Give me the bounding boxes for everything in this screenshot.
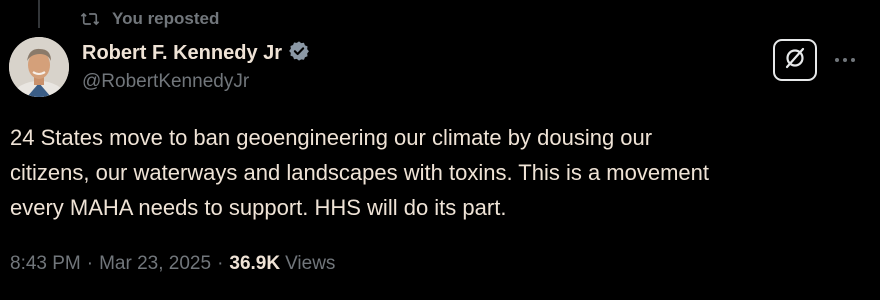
more-options-button[interactable] [832, 46, 858, 72]
repost-indicator: You reposted [80, 8, 219, 30]
views-count[interactable]: 36.9K [229, 253, 280, 275]
author-handle[interactable]: @RobertKennedyJr [82, 71, 249, 93]
grok-button[interactable] [773, 39, 817, 81]
meta-separator: · [86, 253, 94, 274]
meta-separator: · [217, 253, 224, 274]
more-options-icon [834, 50, 856, 68]
views-label: Views [285, 253, 336, 274]
tweet-text: 24 States move to ban geoengineering our… [10, 125, 710, 220]
author-display-name[interactable]: Robert F. Kennedy Jr [82, 42, 282, 65]
repost-label: You reposted [112, 9, 220, 28]
author-avatar[interactable] [9, 37, 69, 97]
author-name-row: Robert F. Kennedy Jr [82, 40, 310, 66]
verified-badge-icon [288, 40, 310, 67]
tweet-time[interactable]: 8:43 PM [10, 253, 81, 275]
tweet-date[interactable]: Mar 23, 2025 [99, 253, 211, 275]
tweet-meta: 8:43 PM · Mar 23, 2025 · 36.9K Views [10, 253, 335, 275]
repost-icon [80, 10, 100, 28]
grok-icon [783, 46, 807, 75]
thread-connector-line [38, 0, 40, 28]
